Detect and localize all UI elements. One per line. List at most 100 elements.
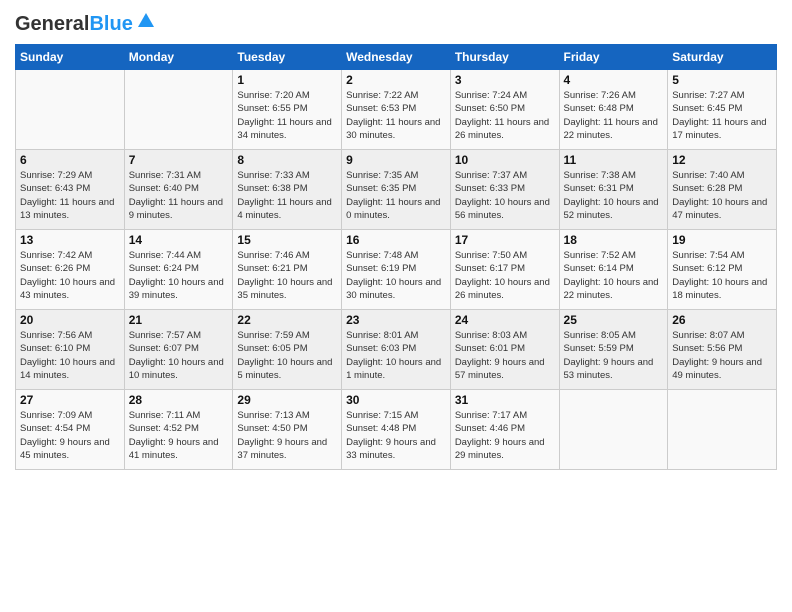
- cell-info: Sunrise: 7:13 AM Sunset: 4:50 PM Dayligh…: [237, 409, 337, 462]
- logo: GeneralBlue: [15, 10, 156, 36]
- calendar-week: 20 Sunrise: 7:56 AM Sunset: 6:10 PM Dayli…: [16, 310, 777, 390]
- header-cell: Sunday: [16, 45, 125, 70]
- calendar-cell: [16, 70, 125, 150]
- calendar-cell: 30Sunrise: 7:15 AM Sunset: 4:48 PM Dayli…: [342, 390, 451, 470]
- header-cell: Wednesday: [342, 45, 451, 70]
- cell-info: Sunrise: 7:15 AM Sunset: 4:48 PM Dayligh…: [346, 409, 446, 462]
- calendar-cell: 27 Sunrise: 7:09 AM Sunset: 4:54 PM Dayli…: [16, 390, 125, 470]
- calendar-header: SundayMondayTuesdayWednesdayThursdayFrid…: [16, 45, 777, 70]
- calendar-cell: 7 Sunrise: 7:31 AM Sunset: 6:40 PM Daylig…: [124, 150, 233, 230]
- cell-info: Sunrise: 8:01 AM Sunset: 6:03 PM Dayligh…: [346, 329, 446, 382]
- calendar-cell: 19 Sunrise: 7:54 AM Sunset: 6:12 PM Dayli…: [668, 230, 777, 310]
- day-number: 20: [20, 313, 120, 327]
- day-number: 9: [346, 153, 446, 167]
- header-cell: Thursday: [450, 45, 559, 70]
- cell-info: Sunrise: 7:52 AM Sunset: 6:14 PM Dayligh…: [564, 249, 664, 302]
- day-number: 19: [672, 233, 772, 247]
- day-number: 5: [672, 73, 772, 87]
- cell-info: Sunrise: 7:38 AM Sunset: 6:31 PM Dayligh…: [564, 169, 664, 222]
- calendar-cell: 11 Sunrise: 7:38 AM Sunset: 6:31 PM Dayli…: [559, 150, 668, 230]
- calendar-cell: 8 Sunrise: 7:33 AM Sunset: 6:38 PM Daylig…: [233, 150, 342, 230]
- day-number: 24: [455, 313, 555, 327]
- day-number: 8: [237, 153, 337, 167]
- calendar-cell: 15 Sunrise: 7:46 AM Sunset: 6:21 PM Dayli…: [233, 230, 342, 310]
- cell-info: Sunrise: 8:05 AM Sunset: 5:59 PM Dayligh…: [564, 329, 664, 382]
- cell-info: Sunrise: 7:29 AM Sunset: 6:43 PM Dayligh…: [20, 169, 120, 222]
- cell-info: Sunrise: 7:09 AM Sunset: 4:54 PM Dayligh…: [20, 409, 120, 462]
- cell-info: Sunrise: 7:54 AM Sunset: 6:12 PM Dayligh…: [672, 249, 772, 302]
- cell-info: Sunrise: 7:26 AM Sunset: 6:48 PM Dayligh…: [564, 89, 664, 142]
- day-number: 27: [20, 393, 120, 407]
- calendar-cell: 18 Sunrise: 7:52 AM Sunset: 6:14 PM Dayli…: [559, 230, 668, 310]
- day-number: 7: [129, 153, 229, 167]
- day-number: 6: [20, 153, 120, 167]
- calendar-cell: [559, 390, 668, 470]
- cell-info: Sunrise: 7:31 AM Sunset: 6:40 PM Dayligh…: [129, 169, 229, 222]
- day-number: 23: [346, 313, 446, 327]
- cell-info: Sunrise: 8:07 AM Sunset: 5:56 PM Dayligh…: [672, 329, 772, 382]
- cell-info: Sunrise: 7:57 AM Sunset: 6:07 PM Dayligh…: [129, 329, 229, 382]
- header-cell: Monday: [124, 45, 233, 70]
- calendar-cell: 3 Sunrise: 7:24 AM Sunset: 6:50 PM Daylig…: [450, 70, 559, 150]
- calendar-cell: 31 Sunrise: 7:17 AM Sunset: 4:46 PM Dayli…: [450, 390, 559, 470]
- day-number: 11: [564, 153, 664, 167]
- cell-info: Sunrise: 7:48 AM Sunset: 6:19 PM Dayligh…: [346, 249, 446, 302]
- day-number: 3: [455, 73, 555, 87]
- calendar-cell: 4Sunrise: 7:26 AM Sunset: 6:48 PM Daylig…: [559, 70, 668, 150]
- cell-info: Sunrise: 7:17 AM Sunset: 4:46 PM Dayligh…: [455, 409, 555, 462]
- cell-info: Sunrise: 7:27 AM Sunset: 6:45 PM Dayligh…: [672, 89, 772, 142]
- cell-info: Sunrise: 8:03 AM Sunset: 6:01 PM Dayligh…: [455, 329, 555, 382]
- cell-info: Sunrise: 7:50 AM Sunset: 6:17 PM Dayligh…: [455, 249, 555, 302]
- calendar-cell: [124, 70, 233, 150]
- calendar-cell: 21 Sunrise: 7:57 AM Sunset: 6:07 PM Dayli…: [124, 310, 233, 390]
- header: GeneralBlue: [15, 10, 777, 36]
- calendar-cell: 16Sunrise: 7:48 AM Sunset: 6:19 PM Dayli…: [342, 230, 451, 310]
- cell-info: Sunrise: 7:59 AM Sunset: 6:05 PM Dayligh…: [237, 329, 337, 382]
- cell-info: Sunrise: 7:56 AM Sunset: 6:10 PM Dayligh…: [20, 329, 120, 382]
- day-number: 1: [237, 73, 337, 87]
- header-cell: Tuesday: [233, 45, 342, 70]
- day-number: 15: [237, 233, 337, 247]
- calendar-week: 27 Sunrise: 7:09 AM Sunset: 4:54 PM Dayli…: [16, 390, 777, 470]
- day-number: 26: [672, 313, 772, 327]
- calendar-cell: 22 Sunrise: 7:59 AM Sunset: 6:05 PM Dayli…: [233, 310, 342, 390]
- calendar-cell: 17 Sunrise: 7:50 AM Sunset: 6:17 PM Dayli…: [450, 230, 559, 310]
- calendar-cell: 10Sunrise: 7:37 AM Sunset: 6:33 PM Dayli…: [450, 150, 559, 230]
- day-number: 13: [20, 233, 120, 247]
- header-row: SundayMondayTuesdayWednesdayThursdayFrid…: [16, 45, 777, 70]
- cell-info: Sunrise: 7:33 AM Sunset: 6:38 PM Dayligh…: [237, 169, 337, 222]
- calendar-week: 1 Sunrise: 7:20 AM Sunset: 6:55 PM Daylig…: [16, 70, 777, 150]
- page: GeneralBlue SundayMondayTuesdayWednesday…: [0, 0, 792, 612]
- calendar-week: 13Sunrise: 7:42 AM Sunset: 6:26 PM Dayli…: [16, 230, 777, 310]
- logo-general: GeneralBlue: [15, 10, 133, 36]
- calendar-cell: 14Sunrise: 7:44 AM Sunset: 6:24 PM Dayli…: [124, 230, 233, 310]
- logo-icon: [136, 11, 156, 31]
- day-number: 18: [564, 233, 664, 247]
- calendar-cell: 2Sunrise: 7:22 AM Sunset: 6:53 PM Daylig…: [342, 70, 451, 150]
- calendar-cell: 28Sunrise: 7:11 AM Sunset: 4:52 PM Dayli…: [124, 390, 233, 470]
- calendar-table: SundayMondayTuesdayWednesdayThursdayFrid…: [15, 44, 777, 470]
- cell-info: Sunrise: 7:35 AM Sunset: 6:35 PM Dayligh…: [346, 169, 446, 222]
- calendar-cell: 5 Sunrise: 7:27 AM Sunset: 6:45 PM Daylig…: [668, 70, 777, 150]
- day-number: 22: [237, 313, 337, 327]
- calendar-cell: [668, 390, 777, 470]
- calendar-cell: 29 Sunrise: 7:13 AM Sunset: 4:50 PM Dayli…: [233, 390, 342, 470]
- calendar-cell: 12Sunrise: 7:40 AM Sunset: 6:28 PM Dayli…: [668, 150, 777, 230]
- day-number: 28: [129, 393, 229, 407]
- day-number: 12: [672, 153, 772, 167]
- day-number: 17: [455, 233, 555, 247]
- calendar-cell: 13Sunrise: 7:42 AM Sunset: 6:26 PM Dayli…: [16, 230, 125, 310]
- cell-info: Sunrise: 7:46 AM Sunset: 6:21 PM Dayligh…: [237, 249, 337, 302]
- calendar-cell: 23 Sunrise: 8:01 AM Sunset: 6:03 PM Dayli…: [342, 310, 451, 390]
- header-cell: Saturday: [668, 45, 777, 70]
- cell-info: Sunrise: 7:20 AM Sunset: 6:55 PM Dayligh…: [237, 89, 337, 142]
- calendar-cell: 9 Sunrise: 7:35 AM Sunset: 6:35 PM Daylig…: [342, 150, 451, 230]
- calendar-cell: 25 Sunrise: 8:05 AM Sunset: 5:59 PM Dayli…: [559, 310, 668, 390]
- calendar-body: 1 Sunrise: 7:20 AM Sunset: 6:55 PM Daylig…: [16, 70, 777, 470]
- day-number: 21: [129, 313, 229, 327]
- day-number: 31: [455, 393, 555, 407]
- cell-info: Sunrise: 7:24 AM Sunset: 6:50 PM Dayligh…: [455, 89, 555, 142]
- day-number: 25: [564, 313, 664, 327]
- day-number: 29: [237, 393, 337, 407]
- day-number: 2: [346, 73, 446, 87]
